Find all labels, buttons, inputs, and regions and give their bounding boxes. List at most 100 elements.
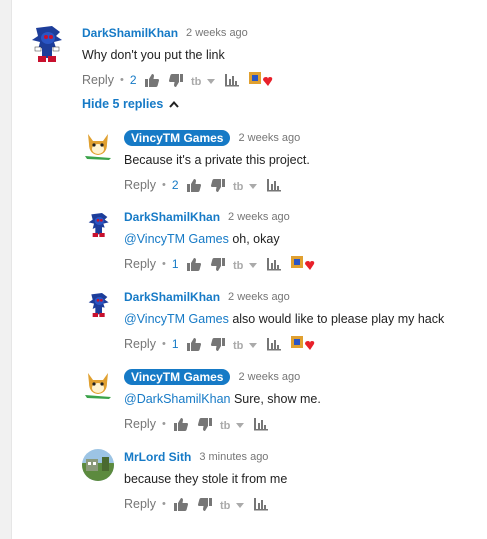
avatar[interactable] bbox=[82, 289, 114, 321]
separator-dot: • bbox=[161, 338, 166, 350]
like-count: 1 bbox=[171, 257, 179, 271]
comment-timestamp[interactable]: 2 weeks ago bbox=[238, 132, 300, 144]
thumbs-up-icon bbox=[173, 497, 188, 511]
translate-icon: tb bbox=[233, 260, 257, 272]
translate-dropdown[interactable]: tb bbox=[233, 256, 259, 272]
reply-button[interactable]: Reply bbox=[124, 497, 156, 511]
comment-author[interactable]: MrLord Sith bbox=[124, 450, 191, 464]
comment-author[interactable]: DarkShamilKhan bbox=[82, 26, 178, 40]
separator-dot: • bbox=[161, 179, 166, 191]
avatar[interactable] bbox=[82, 369, 114, 401]
translate-icon: tb bbox=[191, 76, 215, 88]
creator-heart bbox=[289, 256, 315, 272]
separator-dot: • bbox=[161, 258, 166, 270]
dislike-button[interactable] bbox=[209, 256, 227, 272]
stats-button[interactable] bbox=[252, 496, 270, 512]
svg-text:tb: tb bbox=[191, 76, 202, 88]
translate-icon: tb bbox=[233, 181, 257, 193]
thumbs-up-icon bbox=[186, 257, 201, 271]
comment-text: @VincyTM Games also would like to please… bbox=[124, 312, 445, 326]
fox-avatar-icon bbox=[82, 130, 114, 162]
comment-actions: Reply • 1 tb bbox=[124, 256, 484, 272]
translate-dropdown[interactable]: tb bbox=[233, 336, 259, 352]
comment-timestamp[interactable]: 2 weeks ago bbox=[186, 27, 248, 39]
thumbs-down-icon bbox=[210, 257, 225, 271]
translate-dropdown[interactable]: tb bbox=[233, 177, 259, 193]
comment-timestamp[interactable]: 3 minutes ago bbox=[199, 451, 268, 463]
avatar[interactable] bbox=[82, 209, 114, 241]
mention-link[interactable]: @VincyTM Games bbox=[124, 232, 229, 246]
translate-dropdown[interactable]: tb bbox=[220, 496, 246, 512]
comment-author-owner-badge[interactable]: VincyTM Games bbox=[124, 130, 231, 146]
like-button[interactable] bbox=[172, 416, 190, 432]
comment-text: Why don't you put the link bbox=[82, 48, 225, 62]
translate-icon: tb bbox=[233, 340, 257, 352]
stats-button[interactable] bbox=[265, 177, 283, 193]
reply-button[interactable]: Reply bbox=[82, 73, 114, 87]
like-count: 2 bbox=[129, 73, 137, 87]
creator-heart-icon bbox=[290, 336, 314, 350]
translate-dropdown[interactable]: tb bbox=[191, 72, 217, 88]
comment-author[interactable]: DarkShamilKhan bbox=[124, 290, 220, 304]
translate-dropdown[interactable]: tb bbox=[220, 416, 246, 432]
stats-button[interactable] bbox=[223, 72, 241, 88]
sonic-exe-avatar-icon bbox=[22, 20, 70, 68]
reply-button[interactable]: Reply bbox=[124, 257, 156, 271]
bar-chart-icon bbox=[266, 179, 281, 192]
thumbs-down-icon bbox=[210, 337, 225, 351]
sonic-exe-avatar-icon bbox=[82, 209, 114, 241]
comment-author-owner-badge[interactable]: VincyTM Games bbox=[124, 369, 231, 385]
chevron-up-icon bbox=[169, 100, 180, 108]
bar-chart-icon bbox=[253, 418, 268, 431]
bar-chart-icon bbox=[266, 258, 281, 271]
svg-text:tb: tb bbox=[233, 181, 244, 193]
creator-heart bbox=[247, 72, 273, 88]
thumbs-up-icon bbox=[186, 337, 201, 351]
reply-button[interactable]: Reply bbox=[124, 337, 156, 351]
svg-text:tb: tb bbox=[233, 340, 244, 352]
creator-heart bbox=[289, 336, 315, 352]
comment-actions: Reply • tb bbox=[124, 416, 484, 432]
thumbs-down-icon bbox=[197, 497, 212, 511]
dislike-button[interactable] bbox=[209, 177, 227, 193]
dislike-button[interactable] bbox=[196, 416, 214, 432]
comment-timestamp[interactable]: 2 weeks ago bbox=[228, 211, 290, 223]
dislike-button[interactable] bbox=[209, 336, 227, 352]
creator-heart-icon bbox=[248, 72, 272, 86]
thumbs-down-icon bbox=[168, 73, 183, 87]
like-button[interactable] bbox=[172, 496, 190, 512]
like-button[interactable] bbox=[185, 256, 203, 272]
comment-timestamp[interactable]: 2 weeks ago bbox=[228, 291, 290, 303]
dislike-button[interactable] bbox=[167, 72, 185, 88]
comment-actions: Reply • 2 tb bbox=[124, 177, 484, 193]
mention-link[interactable]: @VincyTM Games bbox=[124, 312, 229, 326]
thumbs-up-icon bbox=[173, 417, 188, 431]
reply-button[interactable]: Reply bbox=[124, 178, 156, 192]
reply-button[interactable]: Reply bbox=[124, 417, 156, 431]
hide-replies-toggle[interactable]: Hide 5 replies bbox=[82, 97, 180, 111]
like-button[interactable] bbox=[143, 72, 161, 88]
comment-actions: Reply • tb bbox=[124, 496, 484, 512]
comment-timestamp[interactable]: 2 weeks ago bbox=[238, 371, 300, 383]
svg-text:tb: tb bbox=[220, 420, 231, 432]
comment-text: @DarkShamilKhan Sure, show me. bbox=[124, 392, 321, 406]
comment-author[interactable]: DarkShamilKhan bbox=[124, 210, 220, 224]
avatar[interactable] bbox=[82, 449, 114, 481]
stats-button[interactable] bbox=[252, 416, 270, 432]
comment-text: @VincyTM Games oh, okay bbox=[124, 232, 280, 246]
thumbs-down-icon bbox=[210, 178, 225, 192]
mention-link[interactable]: @DarkShamilKhan bbox=[124, 392, 230, 406]
stats-button[interactable] bbox=[265, 256, 283, 272]
dislike-button[interactable] bbox=[196, 496, 214, 512]
avatar[interactable] bbox=[82, 130, 114, 162]
like-button[interactable] bbox=[185, 336, 203, 352]
thumbs-up-icon bbox=[186, 178, 201, 192]
comment-text: because they stole it from me bbox=[124, 472, 288, 486]
avatar[interactable] bbox=[22, 20, 70, 68]
like-button[interactable] bbox=[185, 177, 203, 193]
stats-button[interactable] bbox=[265, 336, 283, 352]
svg-text:tb: tb bbox=[220, 500, 231, 512]
sonic-exe-avatar-icon bbox=[82, 289, 114, 321]
like-count: 2 bbox=[171, 178, 179, 192]
bar-chart-icon bbox=[224, 74, 239, 87]
